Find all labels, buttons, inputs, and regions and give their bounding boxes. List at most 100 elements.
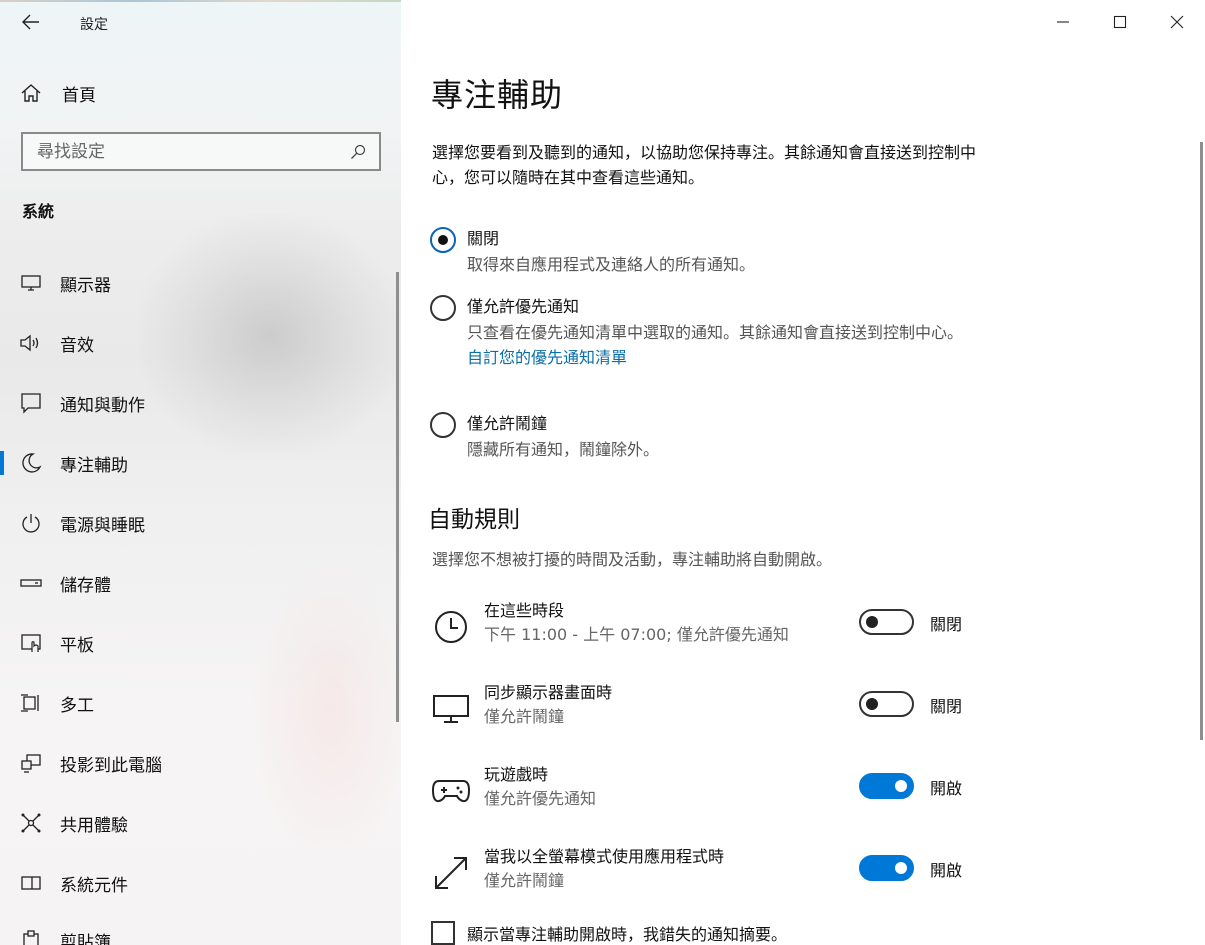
- sidebar-item-label: 系統元件: [60, 875, 128, 896]
- sidebar-item-label: 剪貼簿: [60, 932, 111, 945]
- toggle-state-label: 關閉: [930, 697, 963, 716]
- sidebar-item-label: 共用體驗: [60, 815, 128, 836]
- rule-gaming[interactable]: 玩遊戲時 僅允許優先通知 開啟: [431, 765, 971, 827]
- summary-checkbox-label: 顯示當專注輔助開啟時，我錯失的通知摘要。: [467, 925, 788, 944]
- gamepad-icon: [431, 771, 471, 811]
- sidebar-item-label: 投影到此電腦: [60, 755, 162, 776]
- sidebar-item-power[interactable]: 電源與睡眠: [0, 503, 398, 543]
- page-description: 選擇您要看到及聽到的通知，以協助您保持專注。其餘通知會直接送到控制中心，您可以隨…: [432, 143, 977, 187]
- sidebar-item-tablet[interactable]: 平板: [0, 623, 398, 663]
- rule-subtitle: 下午 11:00 - 上午 07:00; 僅允許優先通知: [484, 625, 789, 644]
- active-indicator: [0, 928, 4, 945]
- tablet-icon: [18, 631, 44, 655]
- active-indicator: [0, 331, 4, 355]
- sidebar-scrollbar[interactable]: [396, 272, 399, 722]
- main-content: 專注輔助 選擇您要看到及聽到的通知，以協助您保持專注。其餘通知會直接送到控制中心…: [401, 0, 1205, 945]
- toggle-knob: [866, 616, 878, 628]
- sidebar-item-label: 音效: [60, 335, 94, 356]
- maximize-icon: [1113, 15, 1126, 29]
- sidebar-item-storage[interactable]: 儲存體: [0, 563, 398, 603]
- summary-checkbox[interactable]: [431, 921, 455, 945]
- back-button[interactable]: [18, 10, 44, 34]
- main-scrollbar[interactable]: [1200, 142, 1203, 740]
- radio-alarms-only[interactable]: 僅允許鬧鐘 隱藏所有通知，鬧鐘除外。: [430, 412, 1007, 462]
- active-indicator: [0, 631, 4, 655]
- toggle-state-label: 開啟: [930, 779, 963, 798]
- sidebar-item-label: 通知與動作: [60, 395, 145, 416]
- rule-toggle[interactable]: [859, 609, 914, 635]
- rule-duplicating-display[interactable]: 同步顯示器畫面時 僅允許鬧鐘 關閉: [431, 683, 971, 745]
- clipboard-icon: [18, 928, 44, 945]
- sidebar-item-notifications[interactable]: 通知與動作: [0, 383, 398, 423]
- auto-rules-description: 選擇您不想被打擾的時間及活動，專注輔助將自動開啟。: [432, 550, 833, 569]
- display-icon: [431, 689, 471, 729]
- sidebar-item-label: 平板: [60, 635, 94, 656]
- sidebar-item-focus-assist[interactable]: 專注輔助: [0, 443, 398, 483]
- radio-priority-only[interactable]: 僅允許優先通知 只查看在優先通知清單中選取的通知。其餘通知會直接送到控制中心。 …: [430, 295, 1007, 370]
- active-indicator: [0, 751, 4, 775]
- sidebar-item-home[interactable]: 首頁: [20, 80, 96, 106]
- active-indicator: [0, 811, 4, 835]
- sidebar-item-label: 儲存體: [60, 575, 111, 596]
- radio-button[interactable]: [430, 227, 456, 253]
- speaker-icon: [18, 331, 44, 355]
- notification-icon: [18, 391, 44, 415]
- window-controls: [1034, 0, 1205, 44]
- sidebar-item-display[interactable]: 顯示器: [0, 263, 398, 303]
- rule-toggle[interactable]: [859, 855, 914, 881]
- sidebar-item-sound[interactable]: 音效: [0, 323, 398, 363]
- fullscreen-icon: [431, 853, 471, 893]
- radio-button[interactable]: [430, 412, 456, 438]
- home-label: 首頁: [62, 85, 96, 106]
- sidebar-item-components[interactable]: 系統元件: [0, 863, 398, 903]
- auto-rules-heading: 自動規則: [428, 507, 520, 533]
- sidebar-item-multitasking[interactable]: 多工: [0, 683, 398, 723]
- back-arrow-icon: [22, 14, 39, 30]
- search-input[interactable]: [37, 141, 349, 162]
- summary-checkbox-row[interactable]: 顯示當專注輔助開啟時，我錯失的通知摘要。: [431, 921, 787, 945]
- maximize-button[interactable]: [1091, 0, 1148, 44]
- rule-subtitle: 僅允許優先通知: [484, 789, 597, 808]
- sidebar-item-label: 顯示器: [60, 275, 111, 296]
- sidebar-item-project[interactable]: 投影到此電腦: [0, 743, 398, 783]
- radio-off[interactable]: 關閉 取得來自應用程式及連絡人的所有通知。: [430, 227, 1007, 277]
- storage-icon: [18, 571, 44, 595]
- toggle-state-label: 關閉: [930, 615, 963, 634]
- rule-time-range[interactable]: 在這些時段 下午 11:00 - 上午 07:00; 僅允許優先通知 關閉: [431, 601, 971, 663]
- project-icon: [18, 751, 44, 775]
- radio-button[interactable]: [430, 295, 456, 321]
- monitor-icon: [18, 271, 44, 295]
- search-box[interactable]: [21, 132, 381, 171]
- toggle-state-label: 開啟: [930, 861, 963, 880]
- active-indicator: [0, 271, 4, 295]
- rule-title: 同步顯示器畫面時: [484, 683, 613, 702]
- radio-title: 僅允許鬧鐘: [467, 414, 548, 433]
- sidebar-item-label: 專注輔助: [60, 455, 128, 476]
- active-indicator: [0, 511, 4, 535]
- shared-icon: [18, 811, 44, 835]
- radio-description: 只查看在優先通知清單中選取的通知。其餘通知會直接送到控制中心。: [467, 323, 964, 342]
- search-icon[interactable]: [349, 143, 367, 161]
- sidebar: 設定 首頁 系統 顯示器 音效 通知與動作 專注輔助 電源與睡眠: [0, 0, 401, 945]
- active-indicator: [0, 451, 4, 475]
- active-indicator: [0, 571, 4, 595]
- rule-title: 在這些時段: [484, 601, 565, 620]
- sidebar-item-clipboard[interactable]: 剪貼簿: [0, 920, 398, 945]
- minimize-button[interactable]: [1034, 0, 1091, 44]
- sidebar-item-label: 電源與睡眠: [60, 515, 145, 536]
- active-indicator: [0, 871, 4, 895]
- rule-toggle[interactable]: [859, 691, 914, 717]
- active-indicator: [0, 391, 4, 415]
- rule-subtitle: 僅允許鬧鐘: [484, 707, 565, 726]
- rule-fullscreen[interactable]: 當我以全螢幕模式使用應用程式時 僅允許鬧鐘 開啟: [431, 847, 971, 909]
- close-button[interactable]: [1148, 0, 1205, 44]
- sidebar-item-shared[interactable]: 共用體驗: [0, 803, 398, 843]
- active-indicator: [0, 691, 4, 715]
- rule-toggle[interactable]: [859, 773, 914, 799]
- components-icon: [18, 871, 44, 895]
- toggle-knob: [895, 862, 907, 874]
- power-icon: [18, 511, 44, 535]
- home-icon: [20, 82, 42, 104]
- priority-list-link[interactable]: 自訂您的優先通知清單: [467, 345, 1007, 370]
- sidebar-top-strip: [0, 0, 401, 2]
